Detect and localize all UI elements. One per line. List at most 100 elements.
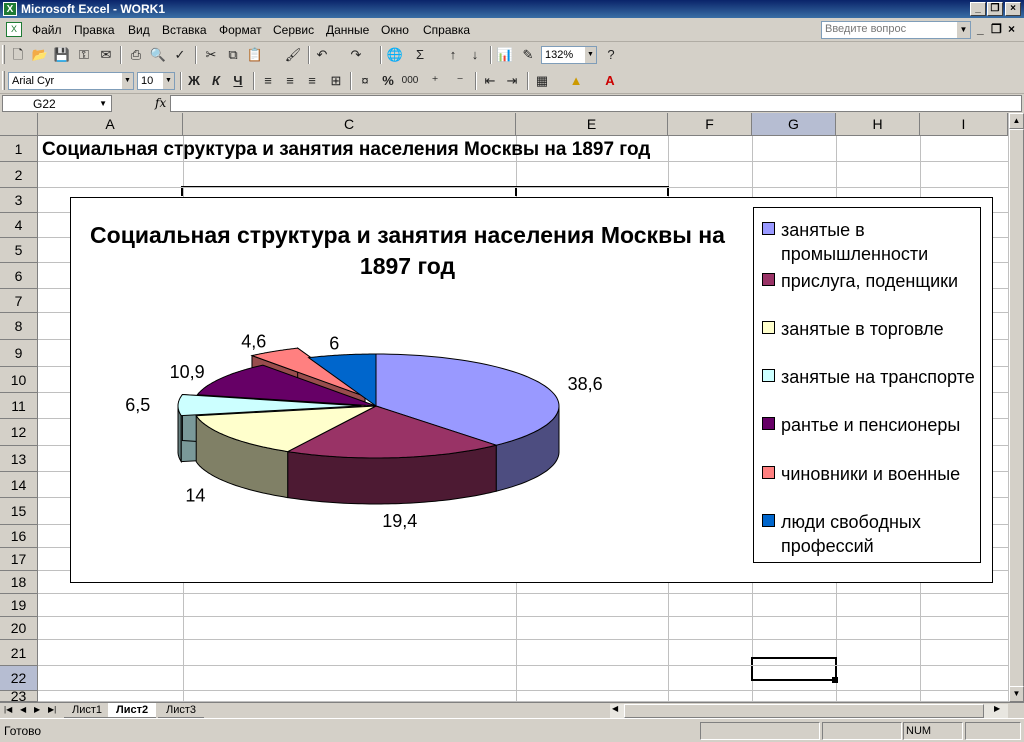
row-header-17[interactable]: 17 <box>0 548 38 571</box>
help-search-box[interactable]: Введите вопрос ▼ <box>821 21 971 39</box>
paste-icon[interactable]: 📋 <box>245 45 265 65</box>
first-sheet-icon[interactable]: |◀ <box>4 705 12 714</box>
underline-button[interactable]: Ч <box>228 71 248 91</box>
drawing-icon[interactable]: ✎ <box>518 45 538 65</box>
print-icon[interactable]: ⎙ <box>126 45 146 65</box>
menu-edit[interactable]: Правка <box>74 23 115 37</box>
vertical-scrollbar[interactable]: ▲ ▼ <box>1008 113 1024 702</box>
row-header-1[interactable]: 1 <box>0 136 38 162</box>
email-icon[interactable]: ✉ <box>96 45 116 65</box>
row-header-18[interactable]: 18 <box>0 571 38 594</box>
menu-window[interactable]: Окно <box>381 23 409 37</box>
row-header-23[interactable]: 23 <box>0 689 38 703</box>
cell-a1-title[interactable]: Социальная структура и занятия населения… <box>42 139 650 161</box>
row-header-15[interactable]: 15 <box>0 498 38 525</box>
print-preview-icon[interactable]: 🔍 <box>148 45 168 65</box>
help-icon[interactable]: ? <box>601 45 621 65</box>
doc-close-button[interactable]: × <box>1008 22 1015 36</box>
permission-icon[interactable]: ⚿ <box>74 45 94 65</box>
scroll-up-icon[interactable]: ▲ <box>1009 113 1024 129</box>
minimize-button[interactable]: _ <box>970 2 986 16</box>
open-folder-icon[interactable]: 📂 <box>30 45 50 65</box>
row-header-20[interactable]: 20 <box>0 617 38 640</box>
increase-decimal-icon[interactable]: ⁺ <box>425 71 445 91</box>
chart-legend[interactable]: занятые в промышленности прислуга, поденщ… <box>753 207 981 563</box>
horizontal-scrollbar[interactable]: ◀ ▶ <box>610 704 1008 718</box>
chevron-down-icon[interactable]: ▼ <box>585 47 596 63</box>
fill-handle[interactable] <box>832 677 838 683</box>
row-header-19[interactable]: 19 <box>0 594 38 617</box>
active-cell-g22[interactable] <box>751 657 837 681</box>
row-header-14[interactable]: 14 <box>0 472 38 498</box>
scroll-left-icon[interactable]: ◀ <box>612 704 618 713</box>
row-header-2[interactable]: 2 <box>0 162 38 188</box>
column-header-g[interactable]: G <box>752 113 836 136</box>
row-header-12[interactable]: 12 <box>0 419 38 446</box>
column-header-c[interactable]: C <box>183 113 516 136</box>
maximize-button[interactable]: ❐ <box>987 2 1003 16</box>
menu-data[interactable]: Данные <box>326 23 369 37</box>
new-file-icon[interactable]: 🗋 <box>8 45 28 65</box>
cut-icon[interactable]: ✂ <box>201 45 221 65</box>
row-header-7[interactable]: 7 <box>0 289 38 313</box>
save-icon[interactable]: 💾 <box>52 45 72 65</box>
row-header-13[interactable]: 13 <box>0 446 38 472</box>
row-header-4[interactable]: 4 <box>0 213 38 238</box>
column-header-a[interactable]: A <box>38 113 183 136</box>
font-select[interactable]: Arial Cyr ▼ <box>8 72 134 90</box>
vertical-scroll-thumb[interactable] <box>1009 129 1024 689</box>
currency-icon[interactable]: ¤ <box>355 71 375 91</box>
doc-minimize-button[interactable]: _ <box>977 22 984 36</box>
increase-indent-icon[interactable]: ⇥ <box>502 71 522 91</box>
chevron-down-icon[interactable]: ▼ <box>99 96 107 111</box>
sort-ascending-icon[interactable]: ↑ <box>443 45 463 65</box>
row-header-5[interactable]: 5 <box>0 238 38 263</box>
redo-icon[interactable]: ↷ <box>346 45 366 65</box>
autosum-icon[interactable]: Σ <box>410 45 430 65</box>
hyperlink-icon[interactable]: 🌐 <box>385 45 405 65</box>
excel-app-icon[interactable]: X <box>3 2 17 16</box>
sort-descending-icon[interactable]: ↓ <box>465 45 485 65</box>
decrease-decimal-icon[interactable]: ⁻ <box>450 71 470 91</box>
scroll-down-icon[interactable]: ▼ <box>1009 686 1024 702</box>
chevron-down-icon[interactable]: ▼ <box>163 73 174 89</box>
row-header-8[interactable]: 8 <box>0 313 38 340</box>
borders-icon[interactable]: ▦ <box>532 71 552 91</box>
align-left-icon[interactable]: ≡ <box>258 71 278 91</box>
prev-sheet-icon[interactable]: ◀ <box>20 705 26 714</box>
merge-center-icon[interactable]: ⊞ <box>326 71 346 91</box>
menu-view[interactable]: Вид <box>128 23 150 37</box>
row-header-9[interactable]: 9 <box>0 340 38 367</box>
menu-tools[interactable]: Сервис <box>273 23 314 37</box>
chevron-down-icon[interactable]: ▼ <box>122 73 133 89</box>
menu-file[interactable]: Файл <box>32 23 62 37</box>
italic-button[interactable]: К <box>206 71 226 91</box>
decrease-indent-icon[interactable]: ⇤ <box>480 71 500 91</box>
sheet-tab-2[interactable]: Лист2 <box>108 703 157 718</box>
row-header-10[interactable]: 10 <box>0 367 38 393</box>
percent-button[interactable]: % <box>378 71 398 91</box>
close-button[interactable]: × <box>1005 2 1021 16</box>
horizontal-scroll-thumb[interactable] <box>624 704 984 718</box>
row-header-11[interactable]: 11 <box>0 393 38 419</box>
sheet-tab-1[interactable]: Лист1 <box>64 703 111 718</box>
formula-input[interactable] <box>170 95 1022 112</box>
thousands-button[interactable]: 000 <box>400 71 420 91</box>
bold-button[interactable]: Ж <box>184 71 204 91</box>
row-header-16[interactable]: 16 <box>0 525 38 548</box>
sheet-tab-3[interactable]: Лист3 <box>158 703 205 718</box>
function-icon[interactable]: fx <box>155 96 166 110</box>
zoom-select[interactable]: 132% ▼ <box>541 46 597 64</box>
chart-wizard-icon[interactable]: 📊 <box>495 45 515 65</box>
font-size-select[interactable]: 10 ▼ <box>137 72 175 90</box>
scroll-right-icon[interactable]: ▶ <box>994 704 1000 713</box>
spelling-icon[interactable]: ✓ <box>170 45 190 65</box>
align-right-icon[interactable]: ≡ <box>302 71 322 91</box>
pie-chart[interactable]: 38,6 19,4 14 6,5 10,9 4,6 6 Социальная структу… <box>70 197 993 583</box>
menu-format[interactable]: Формат <box>219 23 262 37</box>
name-box[interactable]: G22 ▼ <box>2 95 112 112</box>
select-all-corner[interactable] <box>0 113 38 136</box>
column-header-f[interactable]: F <box>668 113 752 136</box>
menu-help[interactable]: Справка <box>423 23 470 37</box>
last-sheet-icon[interactable]: ▶| <box>48 705 56 714</box>
